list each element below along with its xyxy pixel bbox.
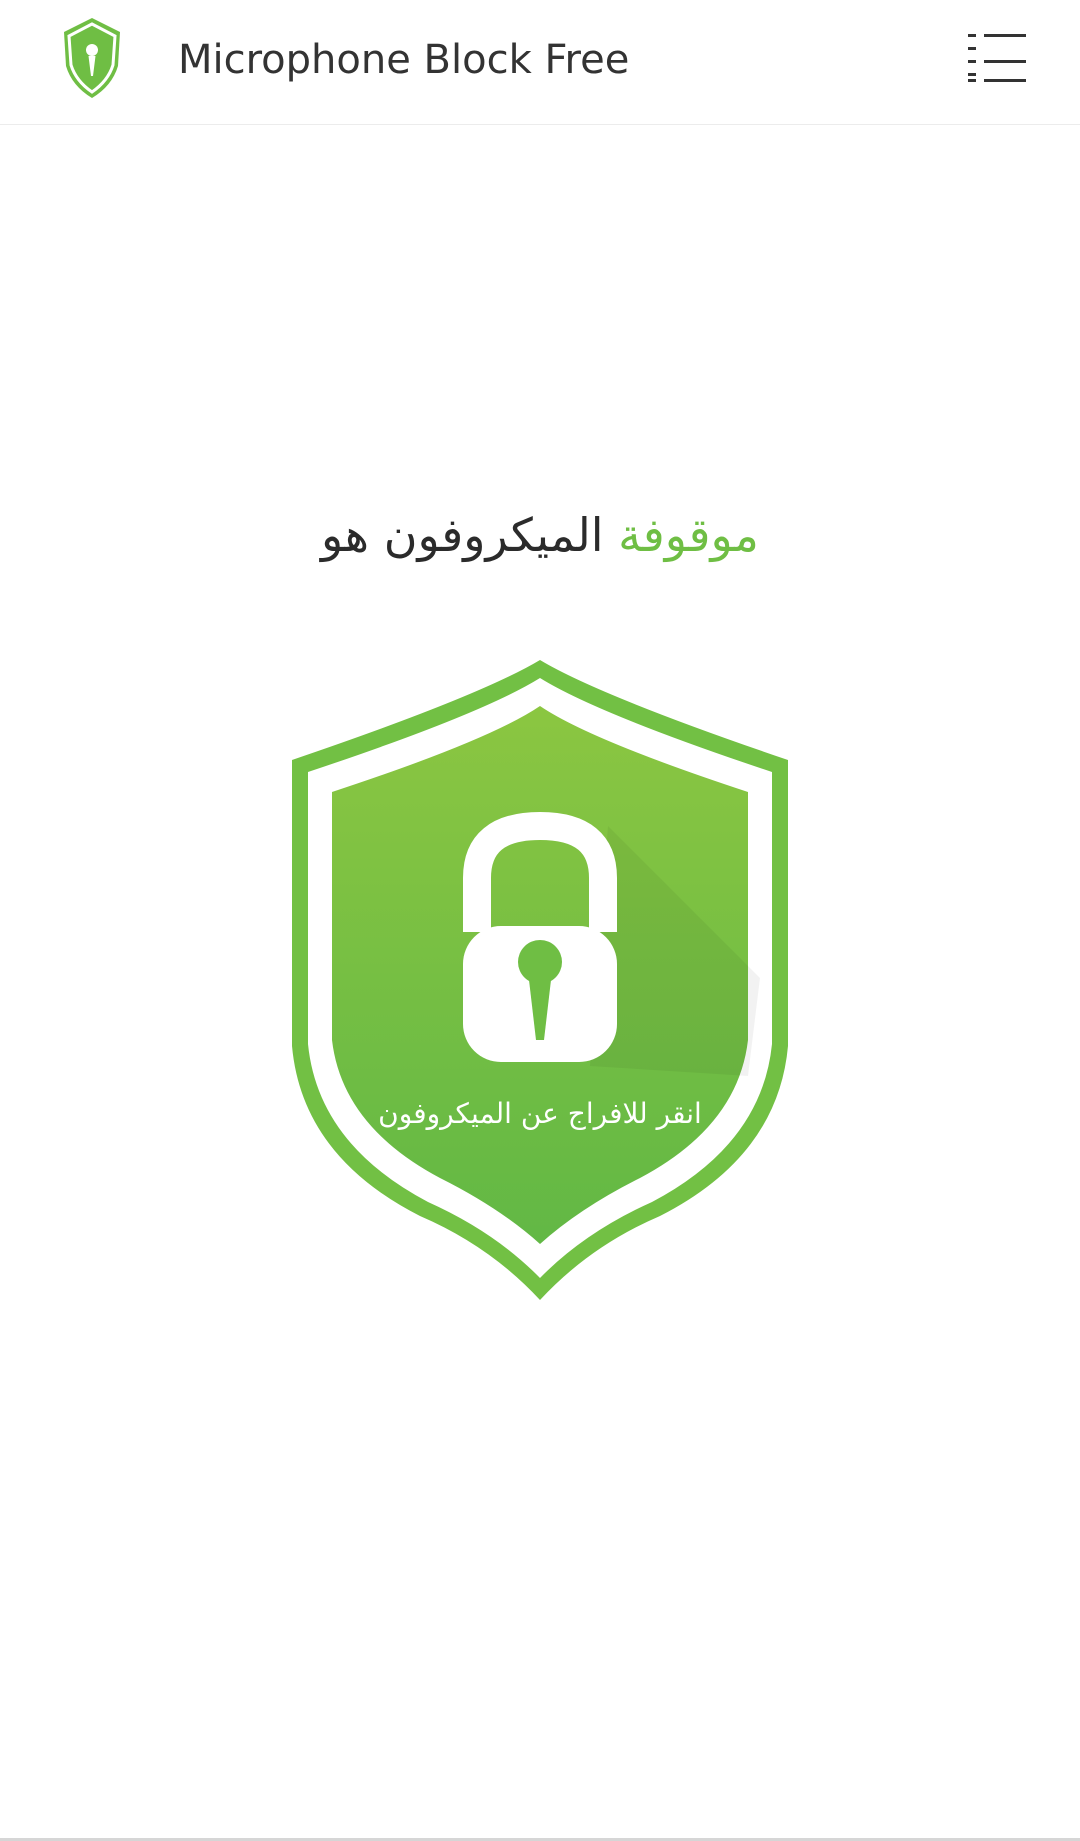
microphone-shield-icon bbox=[64, 18, 120, 98]
shield-icon bbox=[292, 660, 788, 1300]
app-title: Microphone Block Free bbox=[178, 37, 630, 83]
app-screen: Microphone Block Free موقوفة الميكروفون … bbox=[0, 0, 1080, 1841]
shield-caption: انقر للافراج عن الميكروفون bbox=[378, 1097, 702, 1130]
unblock-microphone-shield-button[interactable] bbox=[290, 656, 790, 1302]
menu-button[interactable] bbox=[952, 22, 1032, 94]
microphone-status-text: موقوفة الميكروفون هو bbox=[0, 500, 1080, 570]
top-app-bar: Microphone Block Free bbox=[0, 0, 1080, 125]
microphone-state-label: موقوفة bbox=[618, 508, 759, 562]
microphone-label: الميكروفون هو bbox=[321, 508, 604, 562]
menu-list-icon bbox=[968, 34, 1026, 82]
